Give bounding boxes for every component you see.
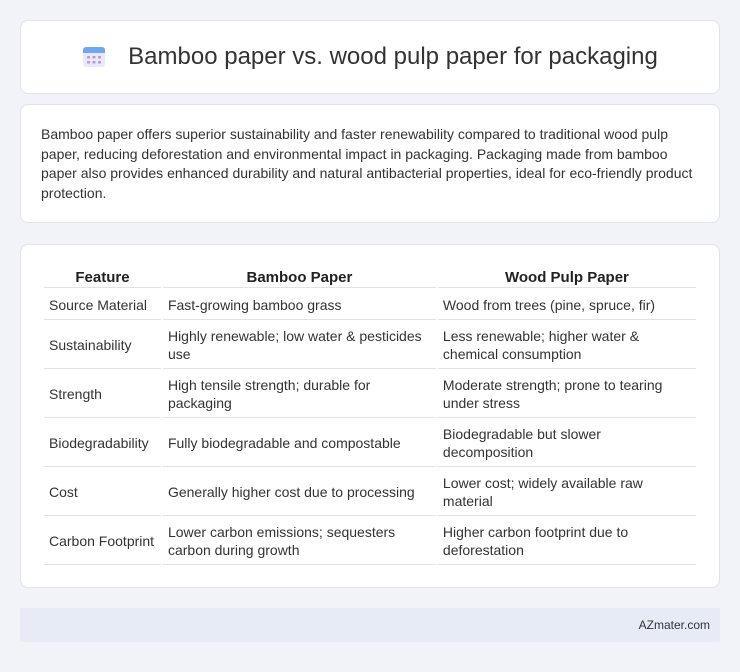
- title-card: Bamboo paper vs. wood pulp paper for pac…: [20, 20, 720, 94]
- wood-pulp-cell: Biodegradable but slower decomposition: [437, 420, 696, 467]
- table-row: Sustainability Highly renewable; low wat…: [44, 322, 696, 369]
- feature-cell: Source Material: [44, 290, 161, 320]
- bamboo-cell: Fully biodegradable and compostable: [162, 420, 436, 467]
- feature-cell: Strength: [44, 371, 161, 418]
- footer-brand: AZmater.com: [638, 618, 710, 632]
- wood-pulp-cell: Less renewable; higher water & chemical …: [437, 322, 696, 369]
- table-header-row: Feature Bamboo Paper Wood Pulp Paper: [44, 267, 696, 288]
- bamboo-cell: Fast-growing bamboo grass: [162, 290, 436, 320]
- intro-paragraph: Bamboo paper offers superior sustainabil…: [41, 126, 693, 201]
- table-row: Source Material Fast-growing bamboo gras…: [44, 290, 696, 320]
- bamboo-cell: Highly renewable; low water & pesticides…: [162, 322, 436, 369]
- bamboo-cell: Lower carbon emissions; sequesters carbo…: [162, 518, 436, 565]
- bamboo-cell: High tensile strength; durable for packa…: [162, 371, 436, 418]
- title-wrap: Bamboo paper vs. wood pulp paper for pac…: [82, 43, 658, 71]
- page-title: Bamboo paper vs. wood pulp paper for pac…: [128, 43, 658, 70]
- table-row: Cost Generally higher cost due to proces…: [44, 469, 696, 516]
- feature-cell: Carbon Footprint: [44, 518, 161, 565]
- wood-pulp-cell: Higher carbon footprint due to deforesta…: [437, 518, 696, 565]
- table-row: Carbon Footprint Lower carbon emissions;…: [44, 518, 696, 565]
- wood-pulp-cell: Wood from trees (pine, spruce, fir): [437, 290, 696, 320]
- feature-cell: Biodegradability: [44, 420, 161, 467]
- feature-cell: Cost: [44, 469, 161, 516]
- feature-cell: Sustainability: [44, 322, 161, 369]
- table-row: Biodegradability Fully biodegradable and…: [44, 420, 696, 467]
- header-wood-pulp-paper: Wood Pulp Paper: [437, 267, 696, 288]
- footer-bar: AZmater.com: [20, 608, 720, 642]
- calendar-icon: [83, 47, 106, 67]
- comparison-table: Feature Bamboo Paper Wood Pulp Paper Sou…: [42, 265, 698, 567]
- table-row: Strength High tensile strength; durable …: [44, 371, 696, 418]
- intro-card: Bamboo paper offers superior sustainabil…: [20, 104, 720, 223]
- wood-pulp-cell: Moderate strength; prone to tearing unde…: [437, 371, 696, 418]
- header-feature: Feature: [44, 267, 161, 288]
- header-bamboo-paper: Bamboo Paper: [162, 267, 436, 288]
- bamboo-cell: Generally higher cost due to processing: [162, 469, 436, 516]
- wood-pulp-cell: Lower cost; widely available raw materia…: [437, 469, 696, 516]
- comparison-card: Feature Bamboo Paper Wood Pulp Paper Sou…: [20, 244, 720, 588]
